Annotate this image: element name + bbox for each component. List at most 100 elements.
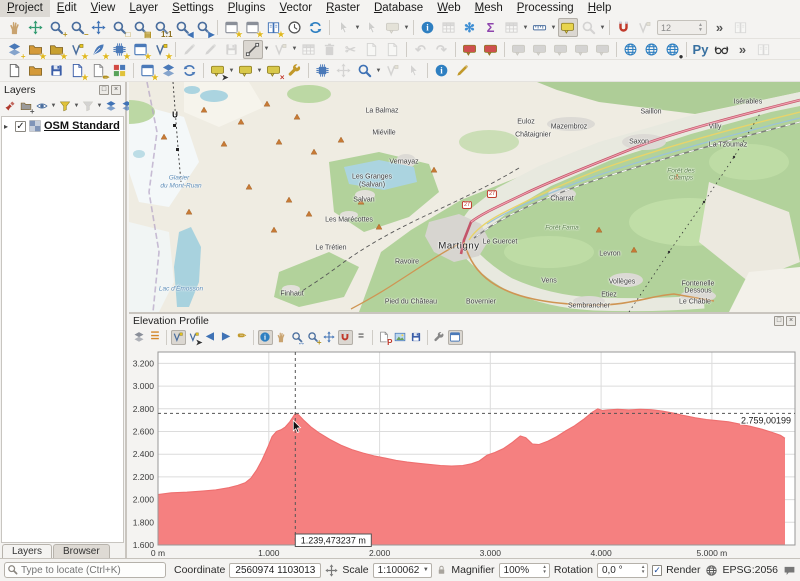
manage-map-themes-dropdown-arrow[interactable]: ▼ [50,103,57,109]
select-features-by-area-dropdown-arrow[interactable]: ▼ [228,68,235,74]
new-geopackage-layer[interactable]: ★ [47,40,67,59]
nudge-right[interactable]: ▶ [219,330,234,345]
filter-legend[interactable] [58,99,73,114]
new-bookmark[interactable] [579,18,599,37]
new-print-layout[interactable]: ✏ [89,61,109,80]
menu-plugins[interactable]: Plugins [221,0,273,17]
locator-input[interactable] [4,562,166,578]
menu-processing[interactable]: Processing [510,0,581,17]
tab-browser[interactable]: Browser [53,544,110,558]
elevation-panel-float-button[interactable]: □ [774,316,784,326]
toolbar-overflow-1[interactable]: » [710,18,730,37]
deselect-all[interactable]: × [264,61,284,80]
lock-scale-icon[interactable] [436,564,447,576]
map-tips[interactable] [558,18,578,37]
deselect-features[interactable] [362,18,382,37]
layers-panel-close-button[interactable]: × [111,85,121,95]
save-layer-edits[interactable] [222,40,242,59]
zoom-full[interactable] [89,18,109,37]
open-layout-dropdown-arrow[interactable]: ▼ [522,25,529,31]
zoom-to-selection[interactable]: □ [110,18,130,37]
clear-profile[interactable]: ✏ [235,330,250,345]
add-layers-to-profile[interactable] [132,330,147,345]
nudge-left[interactable]: ◀ [203,330,218,345]
identify-profile-features[interactable] [258,330,273,345]
highlight-pinned-labels[interactable] [460,40,480,59]
menu-mesh[interactable]: Mesh [468,0,510,17]
undo[interactable]: ↶ [411,40,431,59]
tab-layers[interactable]: Layers [2,544,52,558]
identify-features[interactable] [418,18,438,37]
delete-selected[interactable] [320,40,340,59]
zoom-tool-dropdown-dropdown-arrow[interactable]: ▼ [375,68,382,74]
change-data-source[interactable] [180,61,200,80]
toolbar-overflow-2[interactable]: » [733,40,753,59]
elevation-profile-chart[interactable]: 1.6001.8002.0002.2002.4002.6002.8003.000… [129,346,800,558]
open-attribute-table[interactable] [439,18,459,37]
snapping-profile[interactable] [338,330,353,345]
enable-tracing[interactable] [635,18,655,37]
show-hide-labels[interactable] [509,40,529,59]
refresh-map[interactable] [306,18,326,37]
capture-curve-from-feature[interactable]: ➤ [187,330,202,345]
select-features-by-area[interactable]: ➤ [208,61,228,80]
vector-tool-a[interactable] [383,61,403,80]
save-project-as[interactable]: ★ [68,61,88,80]
profile-options[interactable] [432,330,447,345]
expand-arrow-icon[interactable]: ▸ [4,122,12,131]
paste-features[interactable] [383,40,403,59]
new-virtual-layer[interactable]: ★ [110,40,130,59]
crs-value[interactable]: EPSG:2056 [723,564,778,576]
open-layout[interactable] [502,18,522,37]
processing-toolbox[interactable]: ✻ [460,18,480,37]
menu-view[interactable]: View [84,0,123,17]
select-by-form-dropdown-arrow[interactable]: ▼ [403,25,410,31]
select-by-expression[interactable] [236,61,256,80]
menu-settings[interactable]: Settings [165,0,221,17]
vertex-tool-dropdown-arrow[interactable]: ▼ [291,46,298,52]
new-map-view[interactable]: ★ [222,18,242,37]
zoom-to-native-resolution[interactable]: 1:1 [152,18,172,37]
magnifier-spinbox[interactable]: 100% ▲▼ [499,563,550,578]
layer-item-osm-standard[interactable]: ▸ ✓ OSM Standard [2,117,123,135]
messages-bubble-icon[interactable] [783,564,796,577]
open-project[interactable] [26,61,46,80]
georeferencer[interactable]: ★ [138,61,158,80]
menu-vector[interactable]: Vector [272,0,319,17]
crosshair-tool[interactable] [334,61,354,80]
zoom-x-axis[interactable]: ↔ [290,330,305,345]
zoom-in[interactable]: + [47,18,67,37]
coordinate-input[interactable] [229,563,321,578]
manage-map-themes[interactable] [35,99,50,114]
current-edits[interactable] [180,40,200,59]
add-vector-layer[interactable]: ★ [26,40,46,59]
menu-web[interactable]: Web [430,0,467,17]
filter-by-expression[interactable] [81,99,96,114]
vertex-tool[interactable] [271,40,291,59]
quickmapservices-settings[interactable] [642,40,662,59]
digitize-with-segment-dropdown-arrow[interactable]: ▼ [263,46,270,52]
zoom-out[interactable]: − [68,18,88,37]
measure-line-dropdown-arrow[interactable]: ▼ [550,25,557,31]
menu-edit[interactable]: Edit [50,0,84,17]
zoom-in-profile[interactable]: + [306,330,321,345]
dock-elevation-profile[interactable] [448,330,463,345]
field-calculator[interactable] [285,61,305,80]
redo[interactable]: ↷ [432,40,452,59]
export-as-image[interactable] [393,330,408,345]
new-spatialite-layer[interactable]: ★ [152,40,172,59]
spinner-arrows-icon[interactable]: ▲▼ [641,565,645,575]
cut-features[interactable]: ✂ [341,40,361,59]
export-as-pdf[interactable]: P [377,330,392,345]
zoom-to-layer[interactable]: ▤ [131,18,151,37]
elevation-panel-close-button[interactable]: × [786,316,796,326]
select-by-form[interactable] [383,18,403,37]
quickmapservices[interactable] [621,40,641,59]
extents-toggle-icon[interactable] [325,564,338,577]
pin-unpin-labels[interactable] [481,40,501,59]
rotate-label[interactable] [551,40,571,59]
new-spatial-bookmark[interactable]: ★ [264,18,284,37]
diagram-options[interactable] [593,40,613,59]
temporal-controller[interactable] [285,18,305,37]
pan-map[interactable] [5,18,25,37]
